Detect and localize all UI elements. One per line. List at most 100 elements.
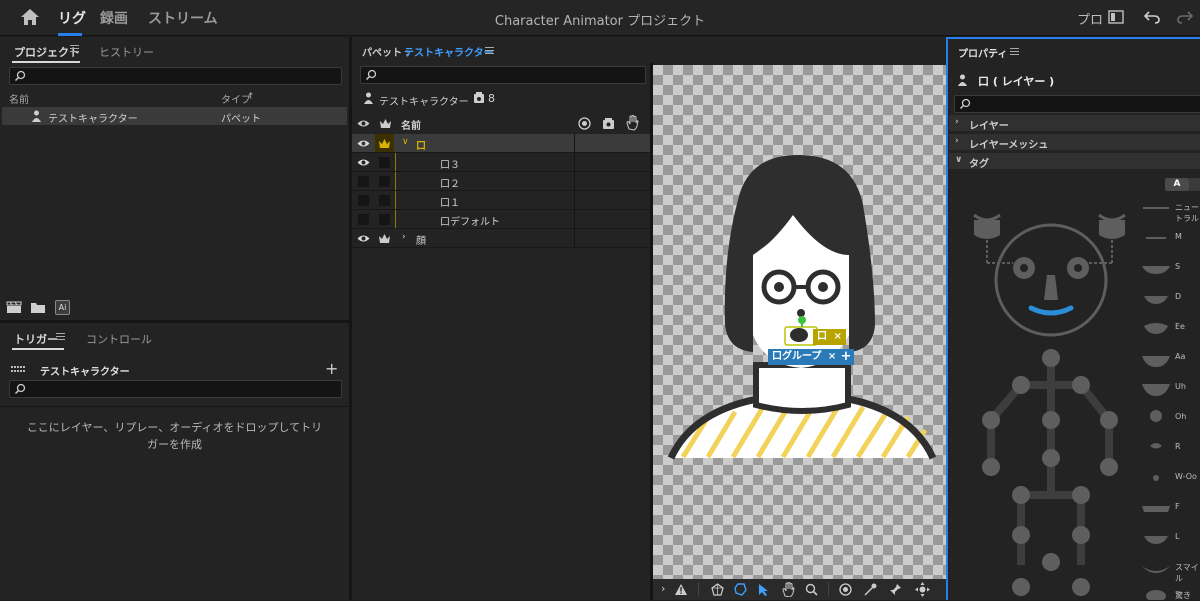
- trigger-search-input[interactable]: [9, 380, 342, 398]
- mouth-tag-w-oo[interactable]: W-Oo: [1175, 472, 1197, 481]
- group-tag-label[interactable]: 口グループ ×: [768, 349, 841, 365]
- mouth-tag-close-icon[interactable]: ×: [833, 331, 841, 342]
- section-layer-mesh[interactable]: › レイヤーメッシュ: [949, 134, 1200, 151]
- new-scene-icon[interactable]: [6, 301, 22, 314]
- panel-splitter[interactable]: [0, 320, 349, 323]
- visibility-toggle[interactable]: [358, 214, 369, 225]
- layer-name: 口: [416, 141, 426, 152]
- mouth-tag-neutral[interactable]: ニュートラル: [1175, 202, 1200, 224]
- puppet-panel: パペット : テストキャラクター テストキャラクター 8 名前 ∨ 口 口３ 口…: [352, 37, 946, 600]
- column-layer-name[interactable]: 名前: [401, 117, 421, 132]
- project-menu-icon[interactable]: [70, 45, 79, 52]
- crown-icon[interactable]: [378, 233, 391, 244]
- handle-column-icon[interactable]: [602, 117, 615, 130]
- crown-toggle[interactable]: [379, 195, 390, 206]
- panel-layout-icon[interactable]: [1108, 10, 1124, 24]
- layer-row-mouth1[interactable]: 口１: [352, 191, 650, 210]
- crown-toggle[interactable]: [379, 176, 390, 187]
- add-trigger-button[interactable]: +: [325, 359, 338, 378]
- search-icon: [14, 70, 26, 82]
- puppet-name-link[interactable]: テストキャラクター: [404, 44, 494, 59]
- visibility-toggle[interactable]: [358, 176, 369, 187]
- hand-tool-icon[interactable]: [781, 582, 795, 597]
- project-item-row[interactable]: テストキャラクター パペット: [2, 107, 347, 125]
- mouth-tag-text: 口: [817, 331, 827, 342]
- mouth-tag-aa[interactable]: Aa: [1175, 352, 1185, 361]
- toolbar-expand-icon[interactable]: ›: [661, 582, 665, 595]
- tag-diagram: [973, 213, 1126, 596]
- mouth-tag-smile[interactable]: スマイル: [1175, 562, 1200, 584]
- selected-layer-name: 口 ( レイヤー ): [978, 75, 1055, 88]
- section-layer[interactable]: › レイヤー: [949, 115, 1200, 132]
- undo-icon[interactable]: [1143, 9, 1161, 25]
- panel-splitter[interactable]: [349, 37, 352, 600]
- tab-history[interactable]: ヒストリー: [99, 44, 154, 60]
- keyboard-icon: [11, 366, 25, 372]
- folder-icon[interactable]: [30, 301, 46, 314]
- visibility-eye-icon[interactable]: [357, 158, 370, 167]
- section-tags[interactable]: ∨ タグ: [949, 153, 1200, 170]
- properties-menu-icon[interactable]: [1010, 48, 1019, 55]
- puppet-menu-icon[interactable]: [485, 47, 494, 54]
- top-bar: リグ 録画 ストリーム Character Animator プロジェクト プロ: [0, 0, 1200, 36]
- crown-column-icon[interactable]: [379, 118, 392, 129]
- origin-tool-icon[interactable]: [839, 583, 852, 596]
- visibility-eye-icon[interactable]: [357, 139, 370, 148]
- divider: [0, 406, 349, 407]
- mouth-tag-oh[interactable]: Oh: [1175, 412, 1186, 421]
- mouth-tag-l[interactable]: L: [1175, 532, 1179, 541]
- handle-tool-icon[interactable]: [864, 583, 877, 596]
- zoom-icon[interactable]: [805, 583, 818, 596]
- layer-row-mouth-default[interactable]: 口デフォルト: [352, 210, 650, 229]
- tag-filter-b-button[interactable]: [1189, 178, 1200, 191]
- crown-icon[interactable]: [378, 138, 391, 149]
- layer-row-mouth[interactable]: ∨ 口: [352, 134, 650, 153]
- tab-trigger[interactable]: トリガー: [14, 331, 58, 347]
- origin-column-icon[interactable]: [578, 117, 591, 130]
- column-name[interactable]: 名前: [9, 91, 29, 106]
- trigger-menu-icon[interactable]: [56, 333, 65, 340]
- mouth-tag-f[interactable]: F: [1175, 502, 1180, 511]
- layer-icon: [958, 74, 967, 86]
- mouth-tag-uh[interactable]: Uh: [1175, 382, 1186, 391]
- mesh-icon[interactable]: [711, 583, 724, 596]
- group-tag-close-icon[interactable]: ×: [828, 351, 836, 362]
- dragger-tool-icon[interactable]: [915, 582, 930, 597]
- tab-control[interactable]: コントロール: [86, 331, 152, 347]
- mouth-tag-d[interactable]: D: [1175, 292, 1181, 301]
- wireframe-icon[interactable]: [734, 583, 747, 596]
- layer-row-mouth3[interactable]: 口３: [352, 153, 650, 172]
- hand-column-icon[interactable]: [625, 115, 639, 131]
- sort-arrow-icon[interactable]: ↑: [247, 92, 255, 102]
- mouth-tag-m[interactable]: M: [1175, 232, 1182, 241]
- row-divider: [352, 152, 650, 153]
- row-divider: [352, 228, 650, 229]
- crown-toggle[interactable]: [379, 214, 390, 225]
- expand-chevron-icon[interactable]: ∨: [402, 137, 409, 147]
- mouth-tag-ee[interactable]: Ee: [1175, 322, 1185, 331]
- properties-search-input[interactable]: [954, 95, 1200, 113]
- redo-icon[interactable]: [1176, 9, 1194, 25]
- warning-icon[interactable]: [675, 584, 687, 595]
- mouth-tag-surprised[interactable]: 驚き: [1175, 590, 1191, 601]
- project-search-input[interactable]: [9, 67, 342, 85]
- layer-row-mouth2[interactable]: 口２: [352, 172, 650, 191]
- layer-row-face[interactable]: › 顔: [352, 229, 650, 248]
- pro-label[interactable]: プロ: [1077, 9, 1103, 28]
- mouth-tag-s[interactable]: S: [1175, 262, 1180, 271]
- puppet-canvas[interactable]: 口 × 口グループ × +: [653, 65, 946, 579]
- pin-tool-icon[interactable]: [889, 583, 902, 596]
- visibility-toggle[interactable]: [358, 195, 369, 206]
- add-tag-button[interactable]: +: [838, 349, 854, 365]
- mouth-tag-r[interactable]: R: [1175, 442, 1181, 451]
- tag-filter-a-button[interactable]: A: [1165, 178, 1189, 191]
- window-title: Character Animator プロジェクト: [494, 14, 706, 29]
- mouth-tag-label[interactable]: 口 ×: [813, 329, 846, 345]
- visibility-column-icon[interactable]: [357, 119, 370, 128]
- crown-toggle[interactable]: [379, 157, 390, 168]
- expand-chevron-icon[interactable]: ›: [402, 232, 406, 242]
- puppet-search-input[interactable]: [360, 66, 646, 84]
- illustrator-badge[interactable]: Ai: [55, 300, 70, 315]
- select-arrow-icon[interactable]: [758, 583, 769, 596]
- visibility-eye-icon[interactable]: [357, 234, 370, 243]
